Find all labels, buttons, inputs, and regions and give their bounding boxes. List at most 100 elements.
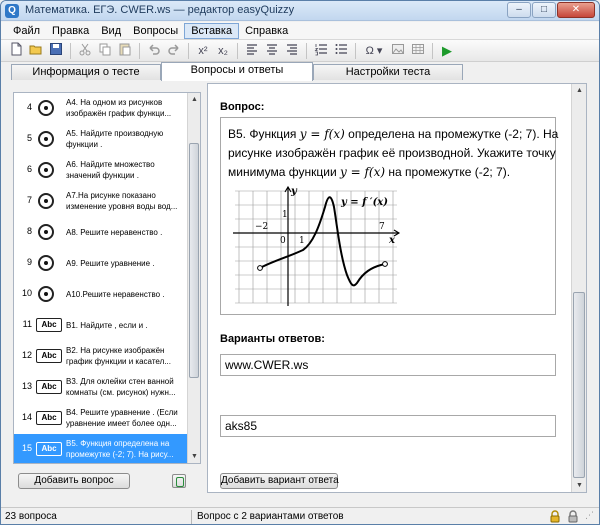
app-icon: Q — [5, 4, 19, 18]
question-line-3: минимума функции y = f(x) на промежутке … — [228, 165, 510, 179]
question-preview: А7.На рисунке показано изменение уровня … — [66, 191, 178, 211]
question-preview: В2. На рисунке изображён график функции … — [66, 346, 171, 366]
add-question-button[interactable]: Добавить вопрос — [18, 473, 130, 489]
cut-icon[interactable] — [76, 42, 94, 60]
question-number: 9 — [26, 257, 32, 267]
question-text-editor[interactable]: В5. Функция y = f(x) определена на проме… — [220, 117, 559, 315]
minimize-button[interactable]: – — [507, 2, 531, 18]
scroll-up-icon[interactable]: ▲ — [188, 93, 200, 106]
single-choice-icon — [38, 100, 54, 116]
toolbar-separator — [237, 42, 238, 59]
answer-field-2[interactable]: aks85 — [220, 415, 556, 437]
question-row-5[interactable]: 5 А5. Найдите производную функции . — [14, 124, 188, 155]
editor-scrollbar[interactable]: ▲ ▼ — [571, 84, 586, 492]
question-text: определена на промежутке (-2; 7). На — [344, 127, 559, 141]
question-options-button[interactable] — [172, 474, 186, 488]
window-title: Математика. ЕГЭ. CWER.ws — редактор easy… — [25, 4, 295, 16]
maximize-button[interactable]: □ — [532, 2, 556, 18]
question-number: 14 — [21, 412, 32, 422]
lock-icon — [567, 510, 579, 524]
tab-test-settings[interactable]: Настройки теста — [313, 64, 463, 80]
numbered-list-icon[interactable] — [312, 42, 330, 60]
scroll-down-icon[interactable]: ▼ — [188, 450, 200, 463]
question-row-10[interactable]: 10 А10.Решите неравенство . — [14, 279, 188, 310]
align-right-icon[interactable] — [283, 42, 301, 60]
question-number: 10 — [21, 288, 32, 298]
question-preview: А6. Найдите множество значений функции . — [66, 160, 155, 180]
copy-icon[interactable] — [96, 42, 114, 60]
align-left-icon[interactable] — [243, 42, 261, 60]
question-line-2: рисунке изображён график её производной.… — [228, 146, 556, 160]
menu-view[interactable]: Вид — [95, 24, 127, 38]
question-list: 4 А4. На одном из рисунков изображён гра… — [13, 92, 201, 464]
toolbar-separator — [306, 42, 307, 59]
scroll-thumb[interactable] — [573, 292, 585, 478]
superscript-icon[interactable]: x² — [194, 42, 212, 60]
question-list-scrollbar[interactable]: ▲ ▼ — [187, 93, 200, 463]
question-number: 7 — [26, 195, 32, 205]
formula-image: y = f(x) — [340, 165, 386, 179]
scroll-down-icon[interactable]: ▼ — [572, 479, 586, 492]
image-icon[interactable] — [389, 42, 407, 60]
status-bar: 23 вопроса Вопрос с 2 вариантами ответов… — [1, 507, 599, 524]
question-preview: А5. Найдите производную функции . — [66, 129, 164, 149]
question-editor: Вопрос: В5. Функция y = f(x) определена … — [207, 83, 587, 493]
align-center-icon[interactable] — [263, 42, 281, 60]
tick-label-x-one: 1 — [299, 236, 305, 246]
undo-icon[interactable] — [145, 42, 163, 60]
tab-strip: Информация о тесте Вопросы и ответы Наст… — [1, 62, 599, 81]
omega-symbol-icon[interactable]: Ω ▾ — [361, 42, 387, 60]
question-row-9[interactable]: 9 А9. Решите уравнение . — [14, 248, 188, 279]
resize-grip-icon[interactable]: ⋰ — [585, 510, 594, 521]
single-choice-icon — [38, 255, 54, 271]
redo-icon[interactable] — [165, 42, 183, 60]
toolbar-separator — [70, 42, 71, 59]
question-row-15[interactable]: 15 Abc В5. Функция определена на промежу… — [14, 434, 188, 463]
menu-help[interactable]: Справка — [239, 24, 294, 38]
tab-questions-answers[interactable]: Вопросы и ответы — [161, 62, 313, 81]
x-axis-label: x — [388, 235, 396, 246]
open-endpoint-left — [257, 265, 263, 271]
single-choice-icon — [38, 224, 54, 240]
question-row-11[interactable]: 11 Abc В1. Найдите , если и . — [14, 310, 188, 341]
save-icon[interactable] — [47, 42, 65, 60]
toolbar: x² x₂ Ω ▾ ▶ — [1, 40, 599, 62]
question-number: 12 — [21, 350, 32, 360]
question-row-13[interactable]: 13 Abc В3. Для оклейки стен ванной комна… — [14, 372, 188, 403]
menu-insert[interactable]: Вставка — [184, 22, 240, 39]
question-row-14[interactable]: 14 Abc В4. Решите уравнение . (Если урав… — [14, 403, 188, 434]
open-folder-icon[interactable] — [27, 42, 45, 60]
menu-edit[interactable]: Правка — [46, 24, 95, 38]
table-icon[interactable] — [409, 42, 427, 60]
question-row-6[interactable]: 6 А6. Найдите множество значений функции… — [14, 155, 188, 186]
question-number: 8 — [26, 226, 32, 236]
question-row-12[interactable]: 12 Abc В2. На рисунке изображён график ф… — [14, 341, 188, 372]
menu-questions[interactable]: Вопросы — [127, 24, 184, 38]
tab-test-info[interactable]: Информация о тесте — [11, 64, 161, 80]
question-row-7[interactable]: 7 А7.На рисунке показано изменение уровн… — [14, 186, 188, 217]
scroll-thumb[interactable] — [189, 143, 199, 378]
play-icon[interactable]: ▶ — [438, 42, 456, 60]
paste-icon[interactable] — [116, 42, 134, 60]
question-row-8[interactable]: 8 А8. Решите неравенство . — [14, 217, 188, 248]
open-endpoint-right — [382, 261, 388, 267]
close-button[interactable]: ✕ — [557, 2, 595, 18]
text-answer-icon: Abc — [36, 318, 62, 332]
tick-label-seven: 7 — [379, 222, 385, 232]
toolbar-separator — [139, 42, 140, 59]
subscript-icon[interactable]: x₂ — [214, 42, 232, 60]
question-text: В5. Функция — [228, 127, 300, 141]
bullet-list-icon[interactable] — [332, 42, 350, 60]
question-row-4[interactable]: 4 А4. На одном из рисунков изображён гра… — [14, 93, 188, 124]
question-number: 4 — [26, 102, 32, 112]
menu-file[interactable]: Файл — [7, 24, 46, 38]
text-answer-icon: Abc — [36, 349, 62, 363]
new-file-icon[interactable] — [7, 42, 25, 60]
scroll-up-icon[interactable]: ▲ — [572, 84, 586, 97]
add-answer-button[interactable]: Добавить вариант ответа — [220, 473, 339, 489]
title-bar: Q Математика. ЕГЭ. CWER.ws — редактор ea… — [1, 1, 599, 21]
toolbar-separator — [188, 42, 189, 59]
answer-field-1[interactable]: www.CWER.ws — [220, 354, 556, 376]
single-choice-icon — [38, 162, 54, 178]
question-preview: А4. На одном из рисунков изображён графи… — [66, 98, 172, 118]
